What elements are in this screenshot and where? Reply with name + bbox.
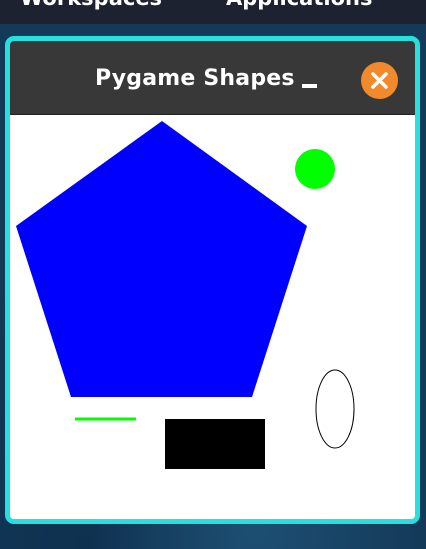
black-ellipse-outline — [315, 369, 355, 449]
drawing-canvas[interactable] — [10, 115, 415, 519]
shapes-surface — [16, 121, 355, 469]
window-title: Pygame Shapes — [95, 66, 295, 91]
black-rectangle — [165, 419, 265, 469]
top-panel: Workspaces Applications — [0, 0, 426, 24]
green-circle — [295, 149, 335, 189]
minimize-icon — [302, 84, 317, 88]
applications-menu[interactable]: Applications — [226, 0, 372, 10]
app-window: Pygame Shapes — [5, 36, 420, 524]
blue-pentagon — [16, 121, 307, 397]
minimize-button[interactable] — [298, 69, 322, 93]
window-titlebar[interactable]: Pygame Shapes — [10, 41, 415, 115]
close-icon — [371, 72, 388, 89]
workspaces-menu[interactable]: Workspaces — [20, 0, 162, 10]
close-button[interactable] — [361, 62, 398, 99]
